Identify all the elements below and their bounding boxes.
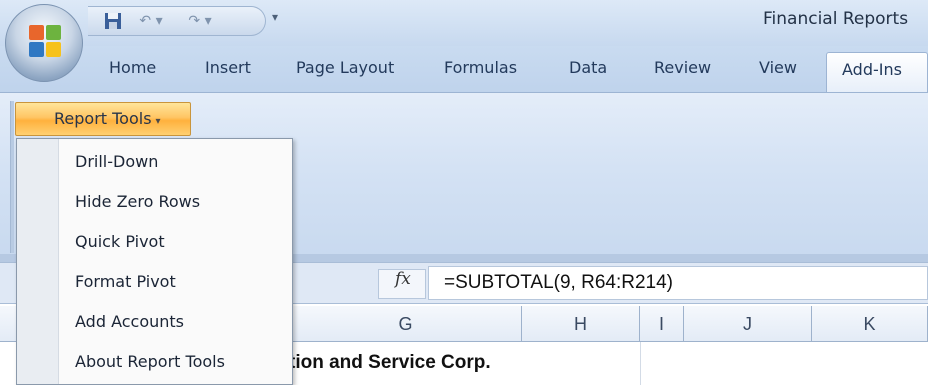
- tab-view[interactable]: View: [759, 58, 797, 77]
- menu-icon-gutter: [17, 139, 59, 384]
- office-logo-icon: [29, 25, 63, 59]
- menu-item-quick-pivot[interactable]: Quick Pivot: [60, 223, 292, 263]
- grid-line: [640, 342, 641, 385]
- title-bar: ↶ ▾ ↷ ▾ ▾ Financial Reports: [0, 0, 928, 46]
- fx-icon: fx: [395, 269, 411, 289]
- dropdown-arrow-icon: ▾: [155, 116, 161, 127]
- menu-item-drill-down[interactable]: Drill-Down: [60, 143, 292, 183]
- ribbon-tabs: Home Insert Page Layout Formulas Data Re…: [0, 46, 928, 94]
- report-tools-button[interactable]: Report Tools ▾: [15, 102, 191, 136]
- cell-company-name[interactable]: tion and Service Corp.: [289, 352, 491, 374]
- tab-formulas[interactable]: Formulas: [444, 58, 517, 77]
- column-header-k[interactable]: K: [812, 306, 928, 342]
- window-title: Financial Reports: [763, 9, 909, 29]
- column-header-g[interactable]: G: [290, 306, 522, 342]
- customize-qat-icon[interactable]: ▾: [272, 10, 286, 30]
- menu-item-format-pivot[interactable]: Format Pivot: [60, 263, 292, 303]
- undo-icon[interactable]: ↶ ▾: [134, 10, 168, 32]
- tab-review[interactable]: Review: [654, 58, 711, 77]
- report-tools-label: Report Tools: [54, 109, 152, 128]
- formula-input[interactable]: =SUBTOTAL(9, R64:R214): [428, 266, 928, 300]
- tab-page-layout[interactable]: Page Layout: [296, 58, 394, 77]
- save-icon[interactable]: [102, 10, 124, 32]
- menu-item-about-report-tools[interactable]: About Report Tools: [60, 343, 292, 383]
- column-header-j[interactable]: J: [684, 306, 812, 342]
- ribbon-group-edge: [10, 101, 14, 253]
- tab-insert[interactable]: Insert: [205, 58, 251, 77]
- quick-access-toolbar: ↶ ▾ ↷ ▾: [88, 6, 266, 36]
- report-tools-menu: Drill-Down Hide Zero Rows Quick Pivot Fo…: [16, 138, 293, 385]
- menu-item-add-accounts[interactable]: Add Accounts: [60, 303, 292, 343]
- tab-home[interactable]: Home: [109, 58, 156, 77]
- tab-data[interactable]: Data: [569, 58, 607, 77]
- tab-add-ins[interactable]: Add-Ins: [826, 52, 928, 94]
- column-header-h[interactable]: H: [522, 306, 640, 342]
- redo-icon[interactable]: ↷ ▾: [180, 10, 220, 32]
- column-header-i[interactable]: I: [640, 306, 684, 342]
- office-button[interactable]: [5, 4, 83, 82]
- menu-item-hide-zero-rows[interactable]: Hide Zero Rows: [60, 183, 292, 223]
